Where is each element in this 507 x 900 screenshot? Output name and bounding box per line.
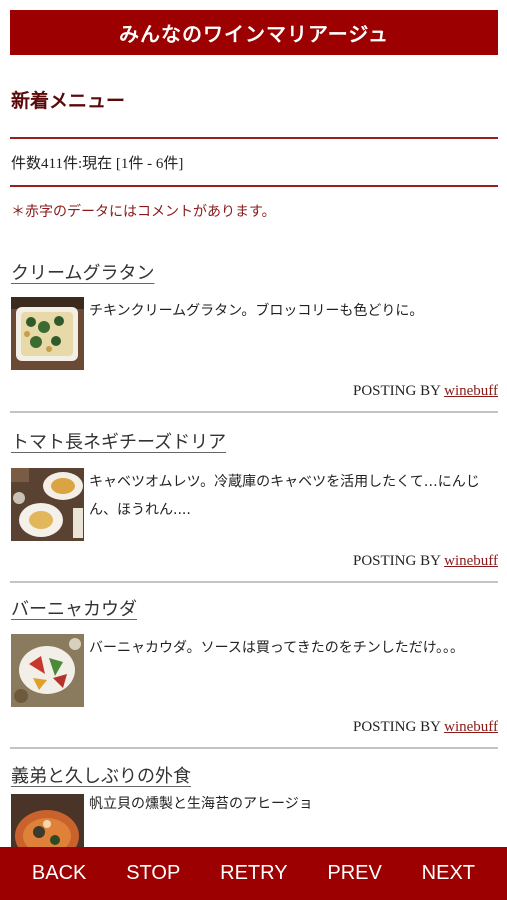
page: みんなのワインマリアージュ 新着メニュー 件数411件:現在 [1件 - 6件]… [0,0,507,900]
posting-prefix: POSTING BY [352,553,441,569]
site-header: みんなのワインマリアージュ [10,10,498,55]
prev-button[interactable]: PREV [327,862,381,885]
retry-button[interactable]: RETRY [220,862,287,885]
section-title: 新着メニュー [11,90,126,112]
next-button[interactable]: NEXT [422,862,475,885]
entry-title-link[interactable]: トマト長ネギチーズドリア [11,428,226,454]
posting-line: POSTING BY winebuff [353,383,498,400]
posting-prefix: POSTING BY [352,383,441,399]
comment-note: ＊赤字のデータにはコメントがあります。 [11,204,276,220]
posting-prefix: POSTING BY [352,719,441,735]
author-link[interactable]: winebuff [444,719,498,735]
result-count: 件数411件:現在 [1件 - 6件] [11,156,184,172]
entry-description: チキンクリームグラタン。ブロッコリーも色どりに。 [89,303,424,319]
posting-line: POSTING BY winebuff [353,553,498,570]
divider [10,581,498,583]
bagna-cauda-photo[interactable] [11,634,84,707]
doria-photo[interactable] [11,468,84,541]
gratin-photo[interactable] [11,297,84,370]
divider [10,185,498,187]
stop-button[interactable]: STOP [126,862,180,885]
entry-description: バーニャカウダ。ソースは買ってきたのをチンしただけ。。。 [89,640,465,656]
bottom-toolbar: BACK STOP RETRY PREV NEXT [0,847,507,900]
entry-title-link[interactable]: クリームグラタン [11,259,154,285]
author-link[interactable]: winebuff [444,383,498,399]
entry-title-link[interactable]: 義弟と久しぶりの外食 [11,762,191,788]
entry-title-link[interactable]: バーニャカウダ [11,595,137,621]
site-title: みんなのワインマリアージュ [119,22,389,46]
entry-description: キャベツオムレツ。冷蔵庫のキャベツを活用したくて…にんじん、ほうれん.... [89,474,480,518]
divider [10,137,498,139]
divider [10,411,498,413]
back-button[interactable]: BACK [32,862,86,885]
divider [10,747,498,749]
posting-line: POSTING BY winebuff [353,719,498,736]
entry-description: 帆立貝の燻製と生海苔のアヒージョ [89,796,313,812]
author-link[interactable]: winebuff [444,553,498,569]
